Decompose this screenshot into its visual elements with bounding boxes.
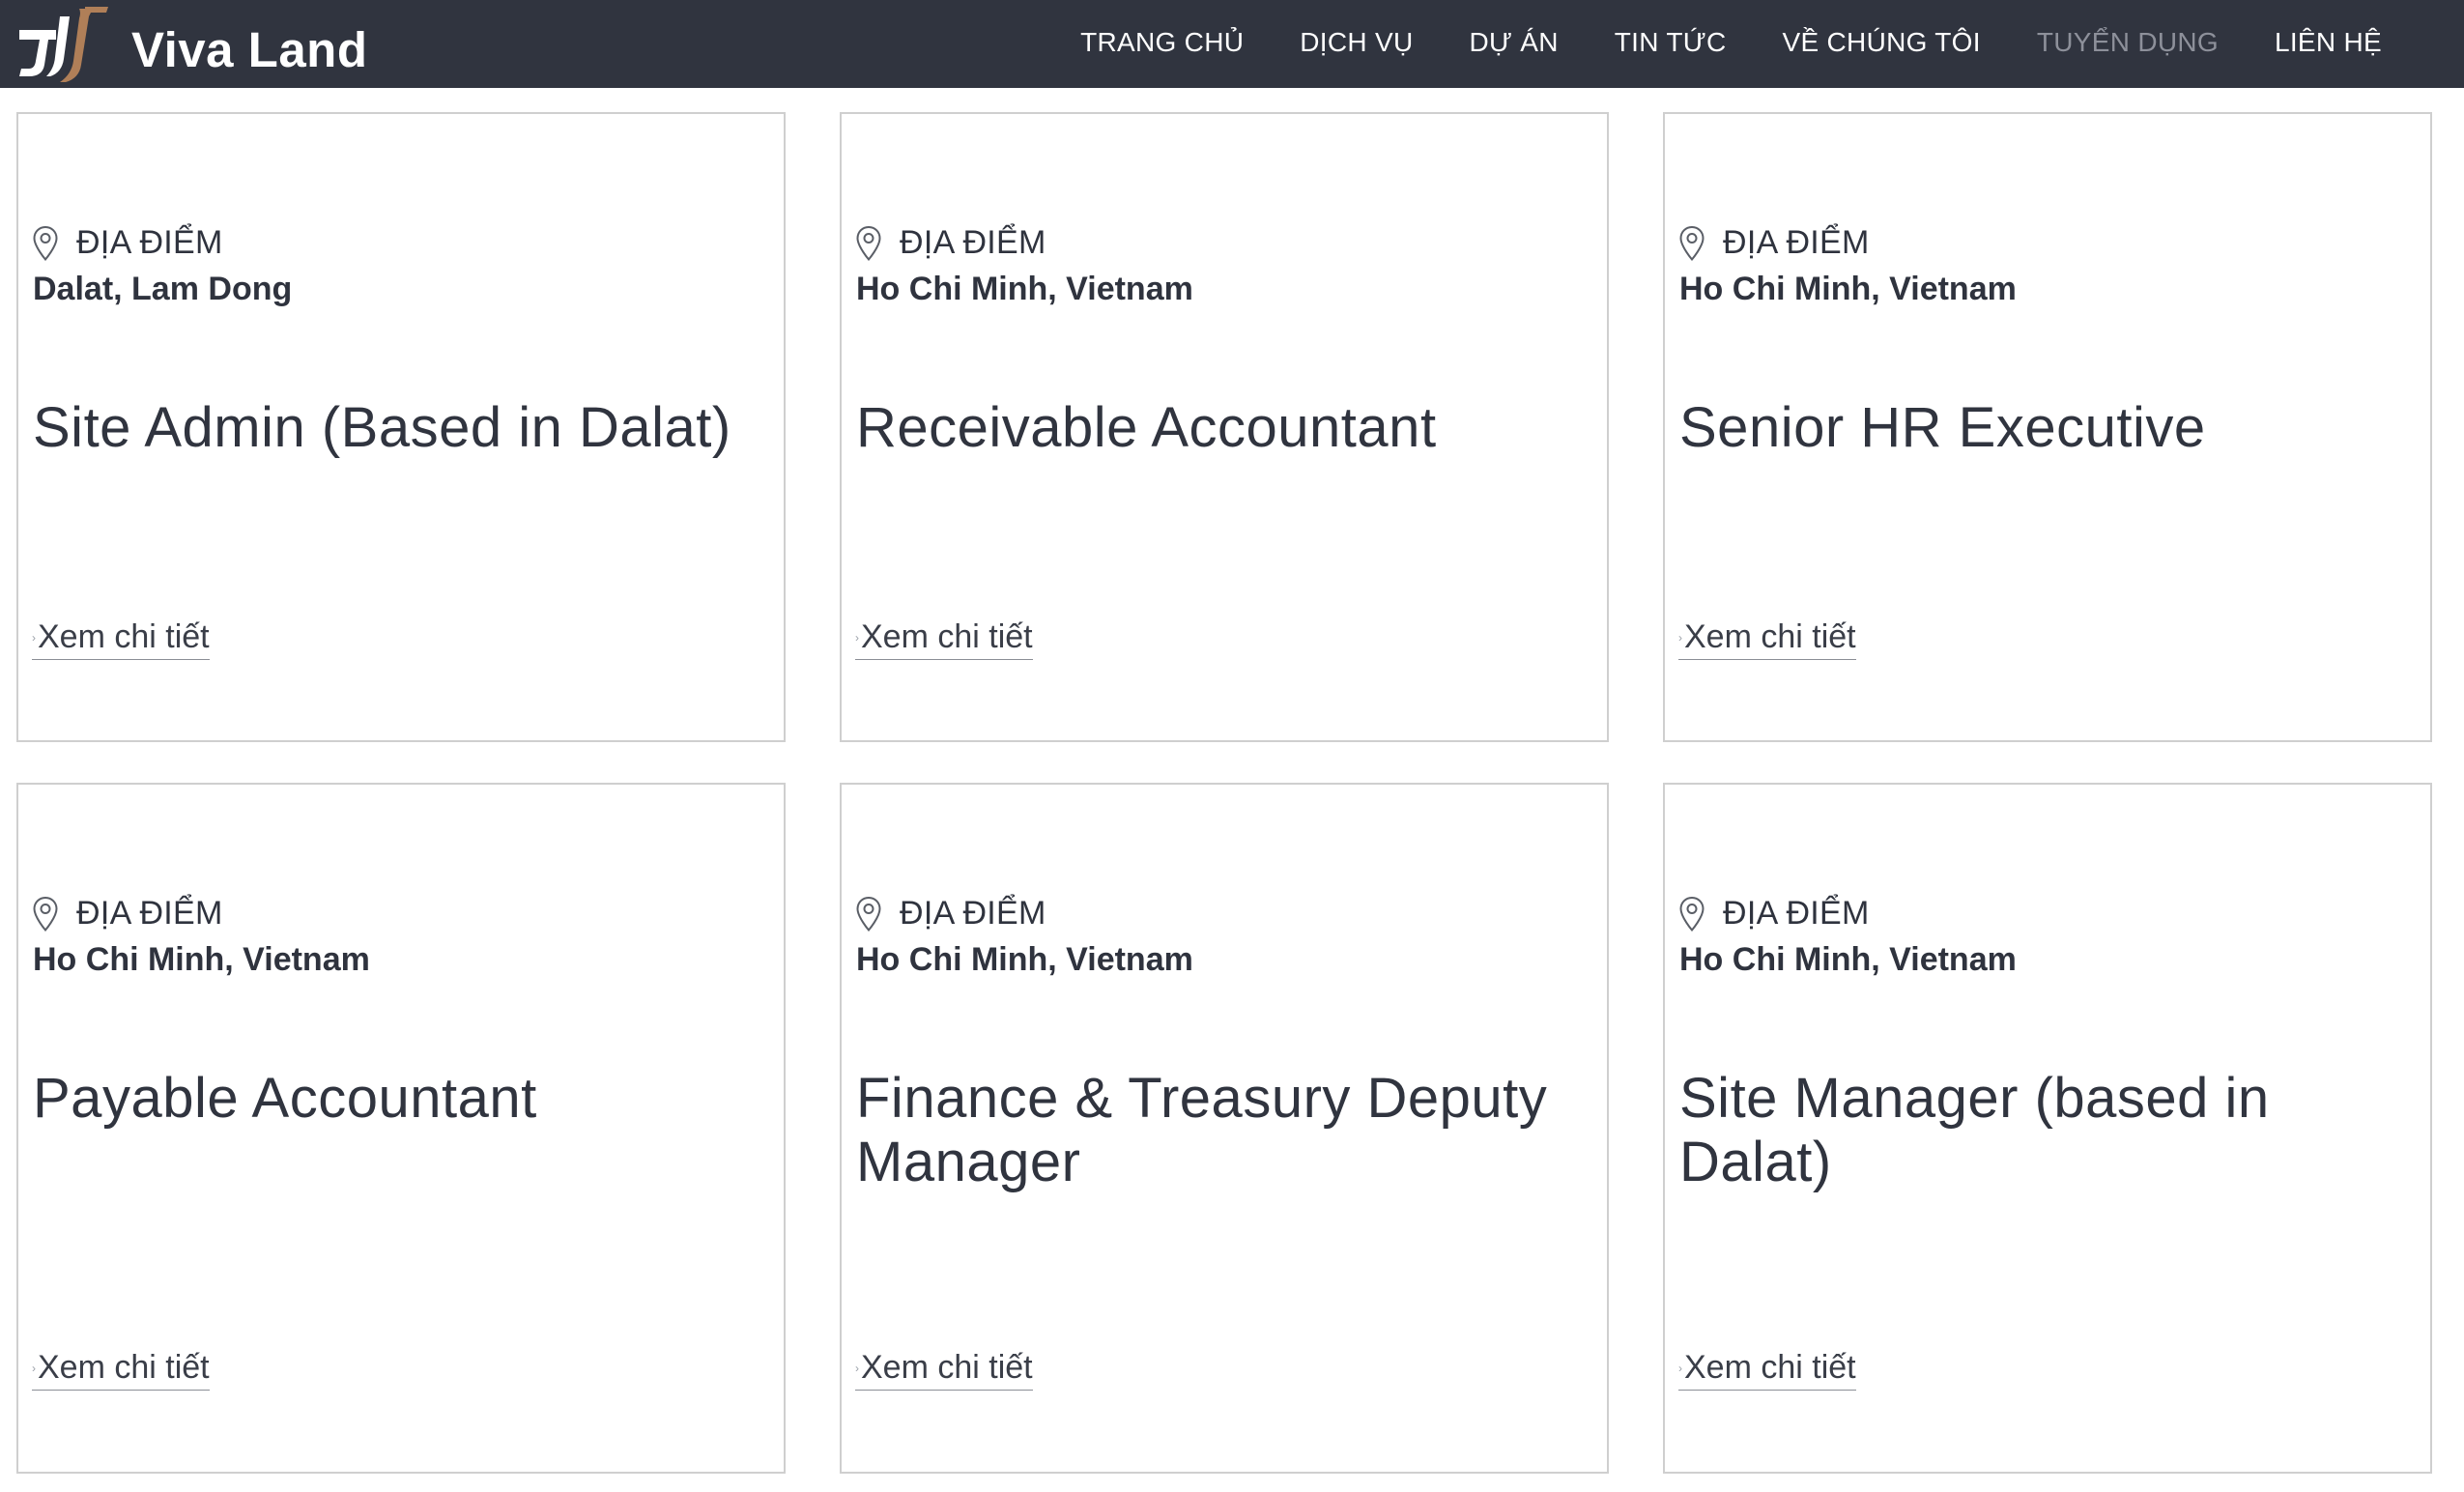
job-title[interactable]: Payable Accountant bbox=[33, 1067, 767, 1131]
location-header: ĐỊA ĐIỂM bbox=[32, 224, 223, 262]
view-details-label: Xem chi tiết bbox=[861, 1349, 1033, 1386]
view-details-label: Xem chi tiết bbox=[1684, 1349, 1856, 1386]
view-details-link[interactable]: › Xem chi tiết bbox=[32, 1349, 210, 1391]
location-header: ĐỊA ĐIỂM bbox=[855, 224, 1046, 262]
viva-land-logo-icon bbox=[19, 7, 108, 82]
arrow-right-icon: › bbox=[855, 1361, 859, 1375]
job-title[interactable]: Receivable Accountant bbox=[856, 396, 1590, 460]
location-label: ĐỊA ĐIỂM bbox=[900, 895, 1046, 932]
view-details-link[interactable]: › Xem chi tiết bbox=[855, 1349, 1033, 1391]
job-title[interactable]: Site Manager (based in Dalat) bbox=[1679, 1067, 2414, 1194]
map-pin-icon bbox=[1679, 896, 1705, 932]
nav-item-careers[interactable]: TUYỂN DỤNG bbox=[2037, 27, 2219, 58]
nav-item-about[interactable]: VỀ CHÚNG TÔI bbox=[1783, 27, 1981, 58]
location-label: ĐỊA ĐIỂM bbox=[1723, 895, 1870, 932]
view-details-label: Xem chi tiết bbox=[38, 618, 210, 655]
job-grid: ĐỊA ĐIỂM Dalat, Lam Dong Site Admin (Bas… bbox=[16, 112, 2434, 1474]
job-card: ĐỊA ĐIỂM Ho Chi Minh, Vietnam Finance & … bbox=[840, 783, 1609, 1474]
job-location: Ho Chi Minh, Vietnam bbox=[856, 271, 1193, 307]
location-header: ĐỊA ĐIỂM bbox=[855, 895, 1046, 932]
arrow-right-icon: › bbox=[32, 630, 36, 645]
job-title[interactable]: Finance & Treasury Deputy Manager bbox=[856, 1067, 1590, 1194]
view-details-label: Xem chi tiết bbox=[861, 618, 1033, 655]
job-title[interactable]: Senior HR Executive bbox=[1679, 396, 2414, 460]
job-location: Ho Chi Minh, Vietnam bbox=[1679, 941, 2017, 978]
job-card: ĐỊA ĐIỂM Ho Chi Minh, Vietnam Senior HR … bbox=[1663, 112, 2432, 742]
view-details-label: Xem chi tiết bbox=[38, 1349, 210, 1386]
brand-name: Viva Land bbox=[131, 21, 368, 77]
job-title[interactable]: Site Admin (Based in Dalat) bbox=[33, 396, 767, 460]
arrow-right-icon: › bbox=[1678, 1361, 1682, 1375]
job-card: ĐỊA ĐIỂM Dalat, Lam Dong Site Admin (Bas… bbox=[16, 112, 786, 742]
map-pin-icon bbox=[1679, 225, 1705, 261]
site-header: Viva Land TRANG CHỦ DỊCH VỤ DỰ ÁN TIN TỨ… bbox=[0, 0, 2464, 88]
nav-item-home[interactable]: TRANG CHỦ bbox=[1080, 27, 1244, 58]
location-header: ĐỊA ĐIỂM bbox=[32, 895, 223, 932]
location-label: ĐỊA ĐIỂM bbox=[900, 224, 1046, 261]
arrow-right-icon: › bbox=[855, 630, 859, 645]
location-header: ĐỊA ĐIỂM bbox=[1678, 895, 1870, 932]
location-label: ĐỊA ĐIỂM bbox=[76, 895, 223, 932]
job-card: ĐỊA ĐIỂM Ho Chi Minh, Vietnam Payable Ac… bbox=[16, 783, 786, 1474]
main-nav: TRANG CHỦ DỊCH VỤ DỰ ÁN TIN TỨC VỀ CHÚNG… bbox=[1024, 0, 2382, 85]
map-pin-icon bbox=[856, 225, 881, 261]
nav-item-services[interactable]: DỊCH VỤ bbox=[1300, 27, 1413, 58]
nav-item-contact[interactable]: LIÊN HỆ bbox=[2275, 27, 2382, 58]
view-details-label: Xem chi tiết bbox=[1684, 618, 1856, 655]
location-label: ĐỊA ĐIỂM bbox=[76, 224, 223, 261]
job-location: Ho Chi Minh, Vietnam bbox=[856, 941, 1193, 978]
location-header: ĐỊA ĐIỂM bbox=[1678, 224, 1870, 262]
arrow-right-icon: › bbox=[1678, 630, 1682, 645]
view-details-link[interactable]: › Xem chi tiết bbox=[1678, 618, 1856, 660]
view-details-link[interactable]: › Xem chi tiết bbox=[855, 618, 1033, 660]
job-card: ĐỊA ĐIỂM Ho Chi Minh, Vietnam Receivable… bbox=[840, 112, 1609, 742]
arrow-right-icon: › bbox=[32, 1361, 36, 1375]
nav-item-projects[interactable]: DỰ ÁN bbox=[1469, 27, 1558, 58]
job-location: Ho Chi Minh, Vietnam bbox=[33, 941, 370, 978]
view-details-link[interactable]: › Xem chi tiết bbox=[32, 618, 210, 660]
location-label: ĐỊA ĐIỂM bbox=[1723, 224, 1870, 261]
brand-logo[interactable]: Viva Land bbox=[17, 5, 367, 84]
map-pin-icon bbox=[856, 896, 881, 932]
map-pin-icon bbox=[33, 225, 58, 261]
map-pin-icon bbox=[33, 896, 58, 932]
job-card: ĐỊA ĐIỂM Ho Chi Minh, Vietnam Site Manag… bbox=[1663, 783, 2432, 1474]
view-details-link[interactable]: › Xem chi tiết bbox=[1678, 1349, 1856, 1391]
nav-item-news[interactable]: TIN TỨC bbox=[1615, 27, 1727, 58]
job-location: Ho Chi Minh, Vietnam bbox=[1679, 271, 2017, 307]
job-location: Dalat, Lam Dong bbox=[33, 271, 293, 307]
